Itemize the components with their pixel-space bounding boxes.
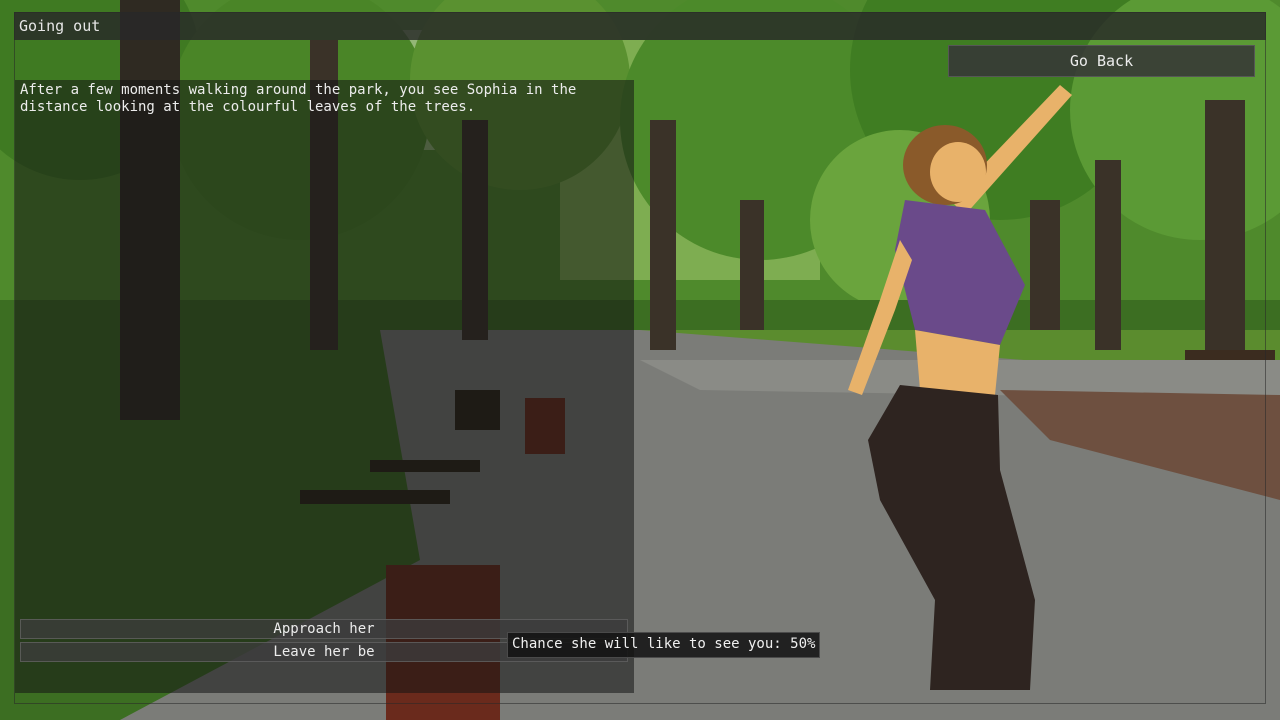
window-title: Going out (19, 17, 101, 35)
story-panel: After a few moments walking around the p… (15, 80, 634, 693)
story-text: After a few moments walking around the p… (20, 82, 577, 115)
window-title-bar: Going out (14, 12, 1266, 40)
chance-tooltip: Chance she will like to see you: 50% (507, 632, 821, 658)
go-back-button[interactable]: Go Back (948, 45, 1255, 77)
